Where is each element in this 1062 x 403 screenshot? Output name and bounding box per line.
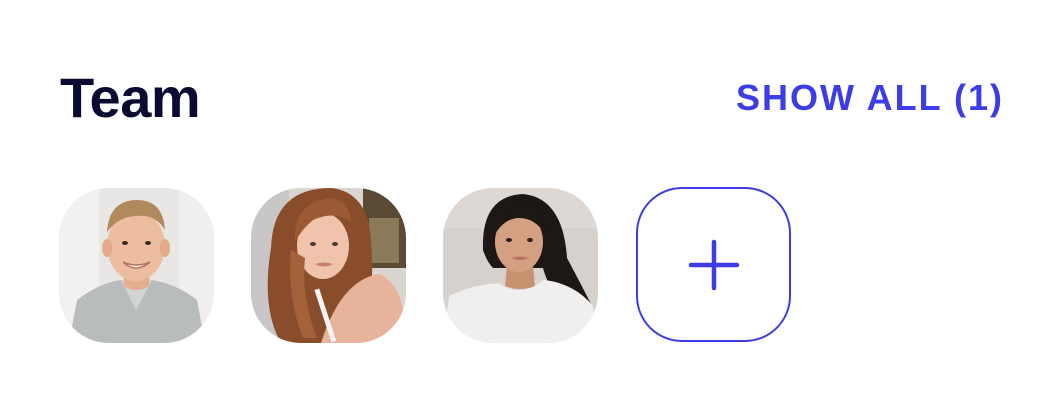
team-avatar-list bbox=[59, 187, 791, 343]
add-member-button[interactable] bbox=[636, 187, 791, 342]
person-photo-icon bbox=[251, 188, 406, 343]
person-photo-icon bbox=[59, 188, 214, 343]
team-member-avatar-3[interactable] bbox=[443, 188, 598, 343]
team-member-avatar-1[interactable] bbox=[59, 188, 214, 343]
plus-icon bbox=[688, 239, 739, 290]
show-all-link[interactable]: SHOW ALL (1) bbox=[736, 78, 1004, 118]
team-member-avatar-2[interactable] bbox=[251, 188, 406, 343]
section-title: Team bbox=[60, 66, 201, 129]
person-photo-icon bbox=[443, 188, 598, 343]
